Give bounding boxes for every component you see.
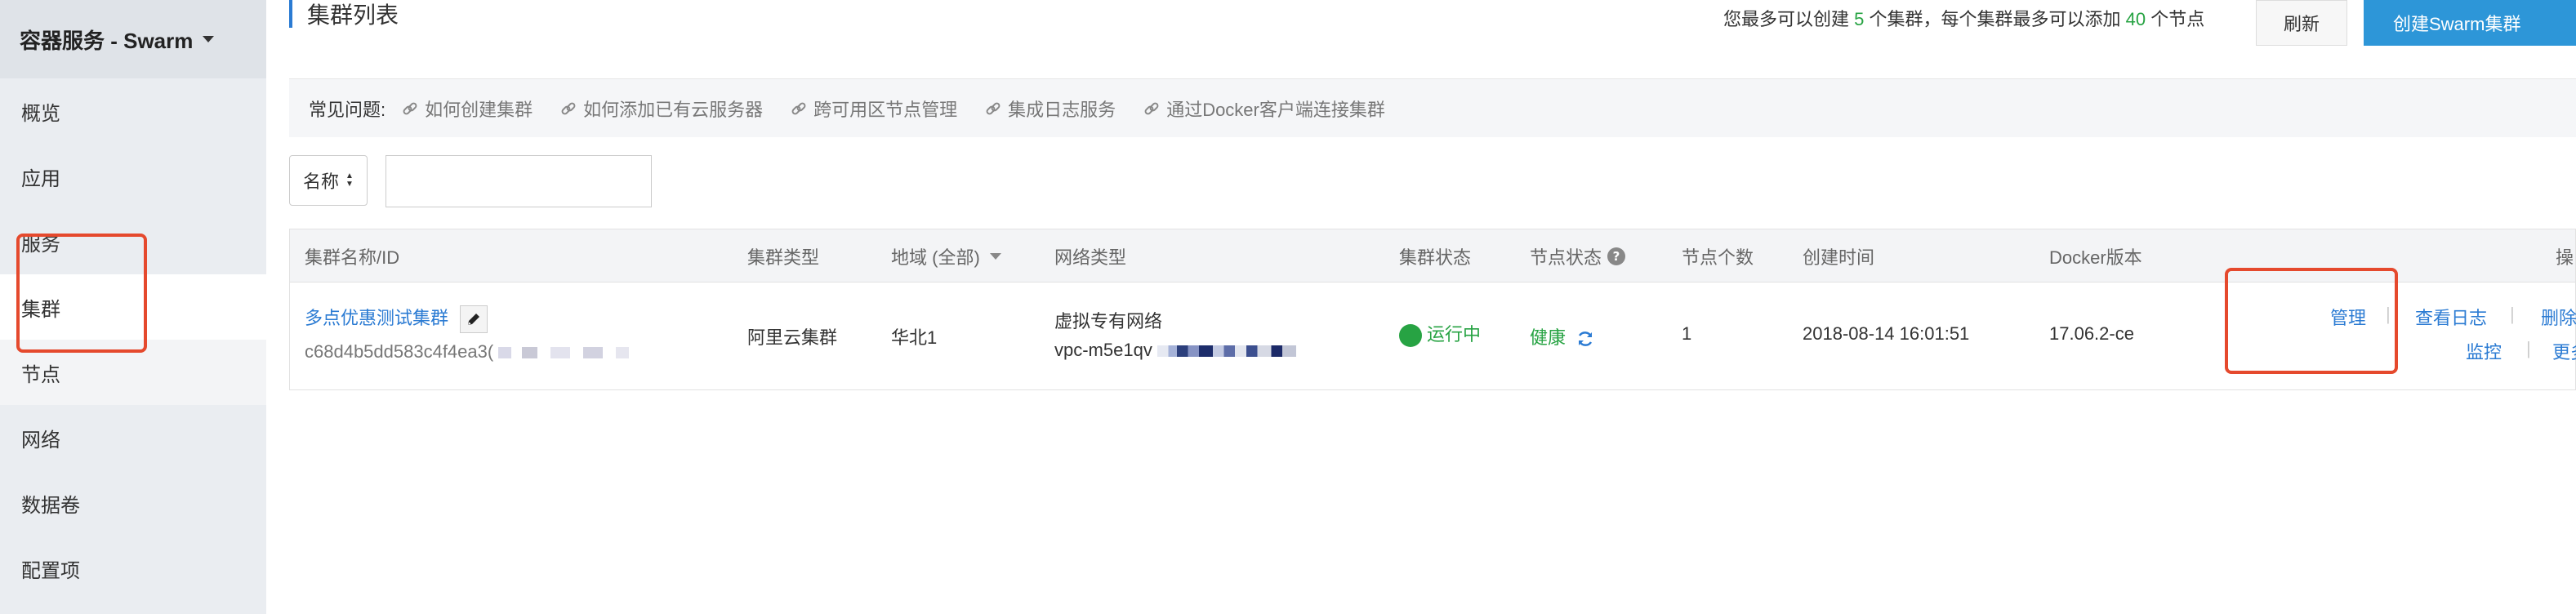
status-running-icon (1399, 324, 1422, 348)
cluster-type-cell: 阿里云集群 (747, 327, 838, 348)
quota-clusters: 5 (1854, 9, 1865, 29)
chevron-down-icon (203, 36, 215, 42)
region-cell: 华北1 (891, 327, 938, 348)
redacted-blur (498, 347, 630, 359)
faq-label: 常见问题: (309, 99, 386, 120)
highlight-box-sidebar (16, 234, 147, 353)
product-title: 容器服务 - Swarm (20, 28, 194, 53)
created-time-cell: 2018-08-14 16:01:51 (1803, 323, 1970, 344)
quota-nodes: 40 (2125, 9, 2146, 29)
faq-bar: 常见问题: 如何创建集群 如何添加已有云服务器 跨可用区节点管理 集成日志服务 … (289, 78, 2576, 137)
sort-arrows-icon: ▲ ▼ (345, 171, 354, 189)
faq-link-docker-client[interactable]: 通过Docker客户端连接集群 (1143, 96, 1385, 122)
redacted-blur (1157, 345, 1296, 358)
col-network: 网络类型 (1054, 247, 1127, 268)
node-status-cell: 健康 (1530, 323, 1595, 349)
cluster-id-cell: c68d4b5dd583c4f4ea3( (305, 341, 630, 363)
highlight-box-manage (2225, 268, 2398, 374)
link-icon (791, 102, 806, 114)
sidebar-item-configs[interactable]: 配置项 (0, 536, 266, 601)
col-type: 集群类型 (747, 247, 820, 268)
col-name: 集群名称/ID (305, 247, 400, 268)
delete-link[interactable]: 删除 (2541, 304, 2576, 330)
search-input[interactable] (386, 155, 652, 207)
link-icon (403, 102, 417, 114)
edit-name-button[interactable] (460, 305, 488, 334)
faq-link-add-ecs[interactable]: 如何添加已有云服务器 (560, 96, 763, 122)
link-icon (986, 102, 1001, 114)
cluster-name-link[interactable]: 多点优惠测试集群 (305, 308, 448, 328)
col-node-status: 节点状态 ? (1530, 229, 1626, 283)
more-link[interactable]: 更多 (2552, 338, 2576, 364)
refresh-icon[interactable] (1575, 329, 1595, 349)
refresh-button[interactable]: 刷新 (2256, 0, 2347, 46)
faq-link-cross-zone[interactable]: 跨可用区节点管理 (791, 96, 957, 122)
docker-version-cell: 17.06.2-ce (2049, 323, 2134, 344)
faq-link-create-cluster[interactable]: 如何创建集群 (402, 96, 533, 122)
link-icon (1144, 102, 1159, 114)
cluster-name-cell: 多点优惠测试集群 (305, 304, 488, 334)
create-swarm-cluster-button[interactable]: 创建Swarm集群 (2364, 0, 2576, 46)
filter-field-select[interactable]: 名称 ▲ ▼ (289, 155, 368, 206)
page-title: 集群列表 (307, 2, 399, 28)
col-created: 创建时间 (1803, 247, 1875, 268)
quota-text: 您最多可以创建 5 个集群，每个集群最多可以添加 40 个节点 (1723, 9, 2205, 29)
node-count-cell: 1 (1682, 323, 1692, 344)
cluster-status-cell: 运行中 (1399, 320, 1481, 348)
chevron-down-icon (989, 253, 1001, 260)
vpc-cell: vpc-m5e1qv (1054, 340, 1296, 361)
pencil-icon (468, 314, 480, 326)
svg-text:?: ? (1613, 249, 1620, 264)
view-logs-link[interactable]: 查看日志 (2415, 304, 2487, 330)
col-actions: 操 (2556, 247, 2574, 268)
monitor-link[interactable]: 监控 (2466, 338, 2502, 364)
col-docker: Docker版本 (2049, 247, 2142, 268)
faq-link-log-service[interactable]: 集成日志服务 (985, 96, 1116, 122)
action-separator: | (2510, 304, 2515, 324)
sidebar-item-overview[interactable]: 概览 (0, 78, 266, 144)
page-title-bar: 集群列表 (289, 0, 399, 28)
help-icon[interactable]: ? (1607, 247, 1626, 266)
link-icon (561, 102, 576, 114)
sidebar-item-networks[interactable]: 网络 (0, 405, 266, 470)
network-type-cell: 虚拟专有网络 (1054, 311, 1163, 331)
col-status: 集群状态 (1399, 247, 1472, 268)
col-region[interactable]: 地域 (全部) (891, 229, 1001, 283)
product-switcher[interactable]: 容器服务 - Swarm (0, 0, 266, 78)
action-separator: | (2526, 338, 2531, 358)
sidebar-item-apps[interactable]: 应用 (0, 144, 266, 209)
col-node-count: 节点个数 (1682, 247, 1754, 268)
sidebar-item-volumes[interactable]: 数据卷 (0, 470, 266, 536)
